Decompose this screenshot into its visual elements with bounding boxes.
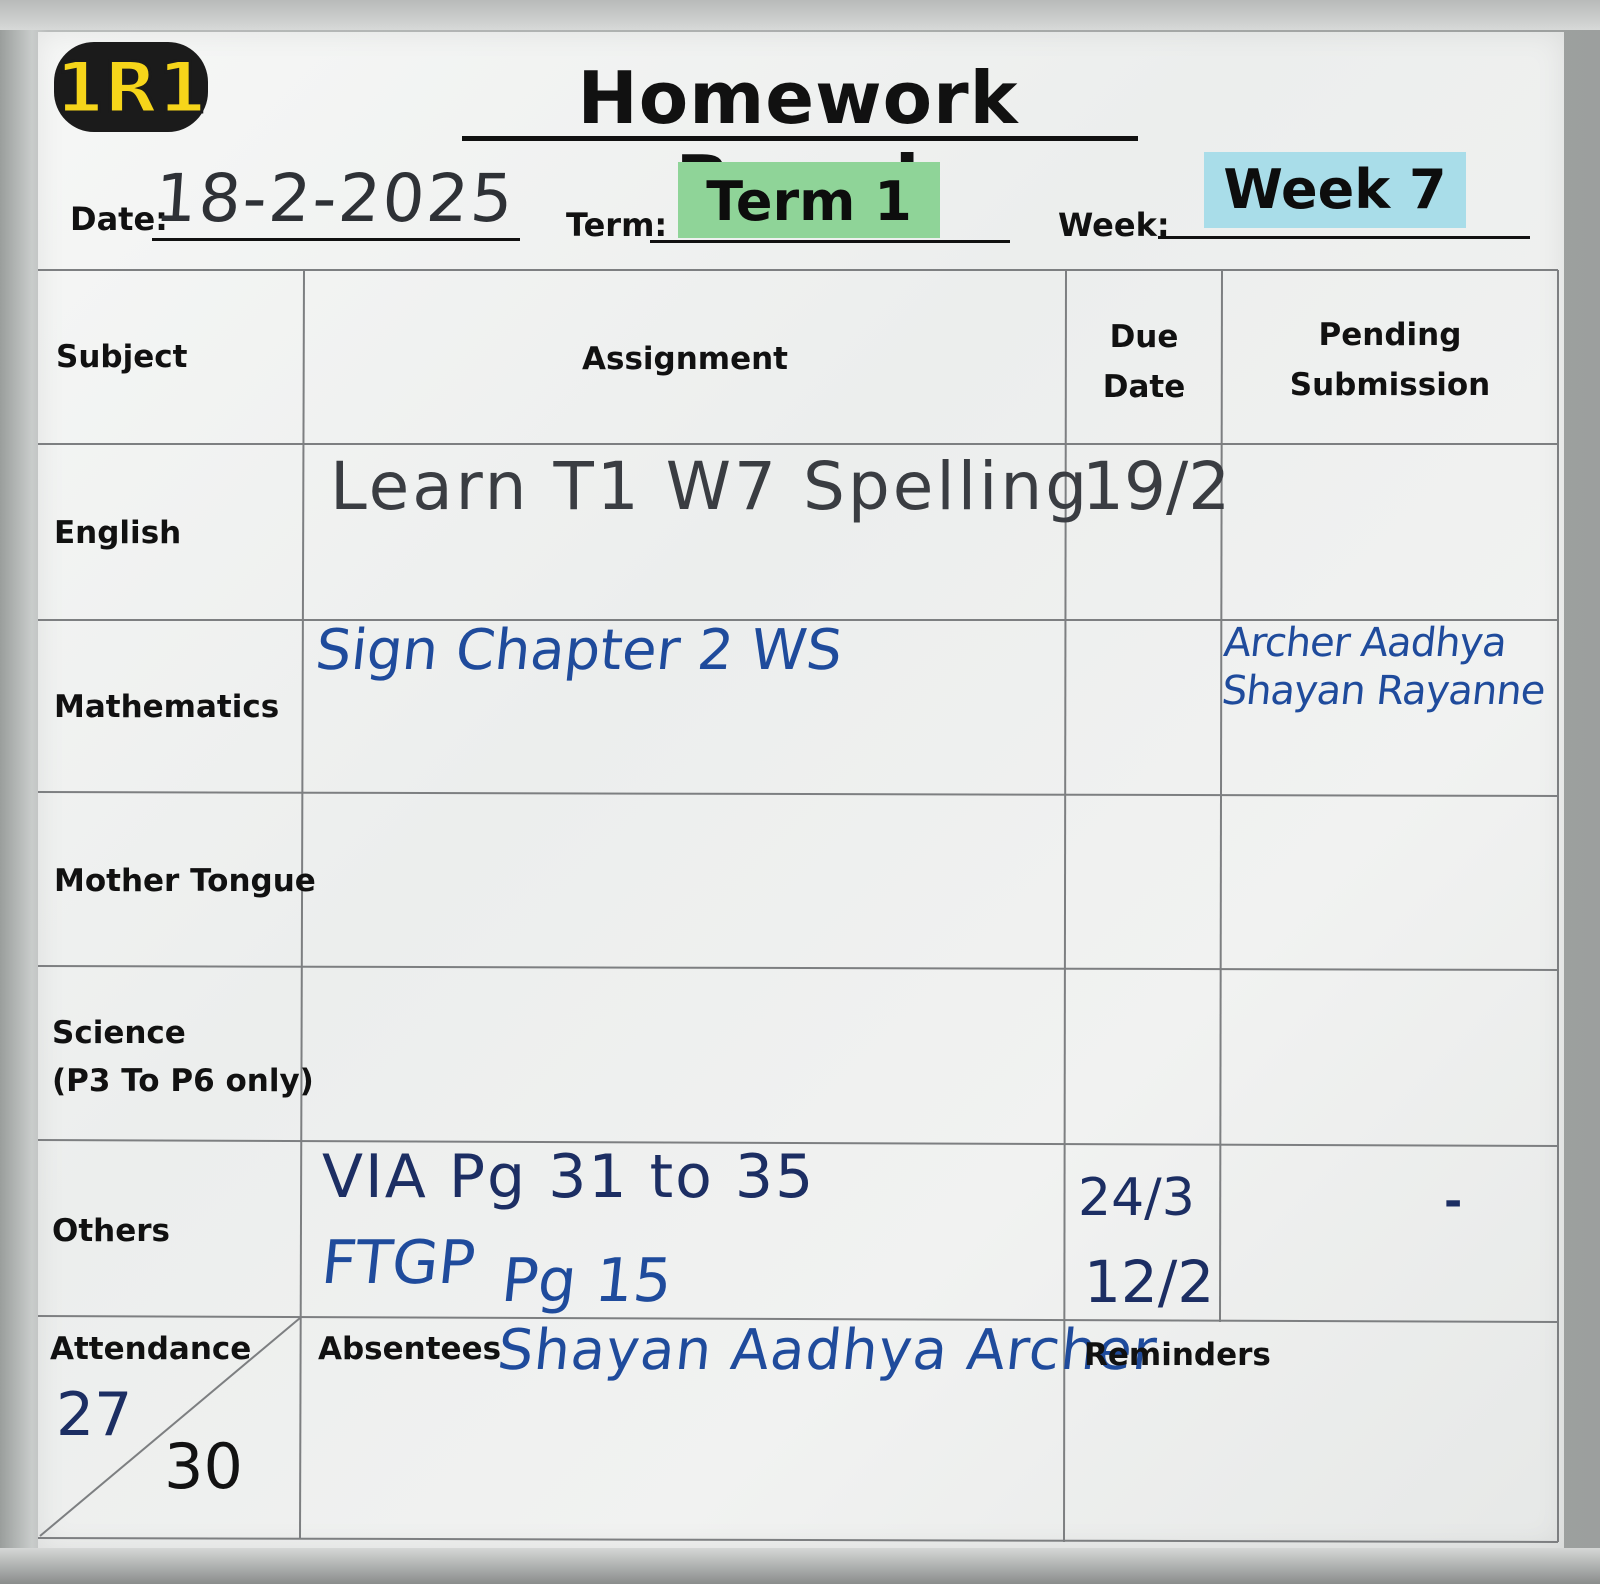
english-due: 19/2 — [1082, 448, 1231, 525]
row-english-subject: English — [54, 515, 182, 551]
english-assignment: Learn T1 W7 Spelling — [330, 448, 1091, 525]
others-assignment-line2a: FTGP — [318, 1228, 479, 1298]
week-underline — [1158, 236, 1530, 239]
reminders-label: Reminders — [1084, 1337, 1271, 1373]
others-pending: - — [1444, 1176, 1463, 1227]
date-value: 18-2-2025 — [152, 160, 518, 237]
math-assignment: Sign Chapter 2 WS — [312, 618, 846, 683]
term-label: Term: — [566, 206, 668, 244]
others-assignment-line2b: Pg 15 — [498, 1246, 676, 1316]
absentees-label: Absentees — [318, 1331, 502, 1367]
col-header-subject: Subject — [56, 339, 188, 375]
math-pending-line1: Archer Aadhya — [1221, 620, 1509, 666]
frame-bottom-rail — [0, 1548, 1600, 1584]
date-underline — [152, 238, 520, 241]
week-tag: Week 7 — [1204, 152, 1466, 228]
row-math-subject: Mathematics — [54, 689, 280, 725]
col-header-due-line2: Date — [1102, 369, 1186, 405]
col-header-due-line1: Due — [1109, 319, 1179, 355]
col-header-pending-line2: Submission — [1289, 367, 1491, 403]
title-underline — [462, 136, 1138, 141]
math-pending-line2: Shayan Rayanne — [1219, 668, 1547, 714]
row-science-subject-line2: (P3 To P6 only) — [52, 1063, 314, 1099]
frame-top-rail — [0, 0, 1600, 30]
attendance-total: 30 — [164, 1430, 243, 1503]
term-underline — [650, 240, 1010, 243]
others-due-line1: 24/3 — [1078, 1168, 1195, 1228]
term-tag: Term 1 — [678, 162, 940, 238]
logo-text: 1R1 — [55, 47, 206, 129]
week-label: Week: — [1058, 206, 1170, 244]
class-logo: 1R1 — [54, 42, 208, 132]
attendance-present: 27 — [56, 1380, 133, 1450]
row-mother-tongue-subject: Mother Tongue — [54, 863, 316, 899]
others-due-line2: 12/2 — [1084, 1248, 1215, 1316]
others-assignment-line1: VIA Pg 31 to 35 — [322, 1142, 816, 1212]
col-header-assignment: Assignment — [582, 341, 788, 377]
attendance-label: Attendance — [50, 1331, 252, 1367]
col-header-pending-line1: Pending — [1318, 317, 1462, 353]
row-science-subject-line1: Science — [52, 1015, 186, 1051]
row-others-subject: Others — [52, 1213, 171, 1249]
absentees-names: Shayan Aadhya Archer — [494, 1318, 1161, 1383]
